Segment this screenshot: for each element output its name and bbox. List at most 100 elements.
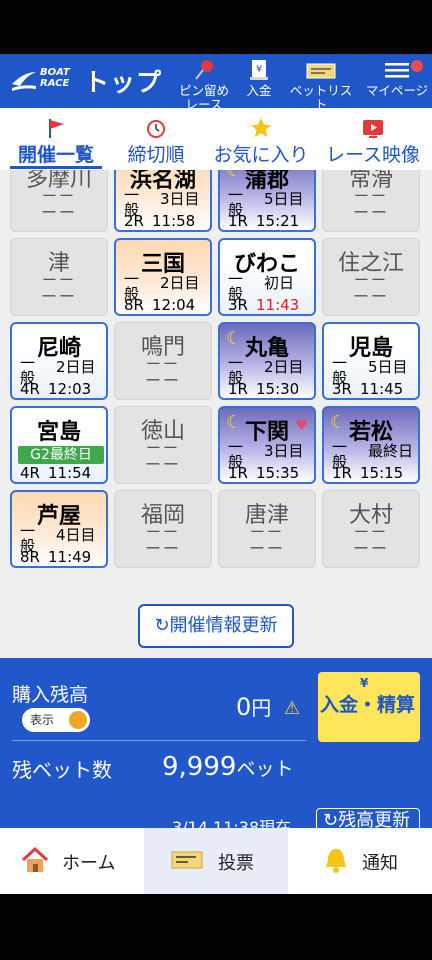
tab-schedule[interactable]: 開催一覧 xyxy=(10,116,102,167)
no-race-indicator: ーー xyxy=(352,287,389,306)
race-day: 3日目 xyxy=(264,442,304,460)
race-day: 2日目 xyxy=(264,358,304,376)
race-day: 5日目 xyxy=(368,358,408,376)
tab-race-video[interactable]: レース映像 xyxy=(320,116,426,167)
race-number: 3R xyxy=(228,296,248,314)
notification-dot xyxy=(411,60,423,72)
race-deadline: 15:21 xyxy=(256,212,300,230)
venue-card[interactable]: 児島 一般 5日目 3R 11:45 xyxy=(322,322,420,400)
ticket-icon xyxy=(171,851,203,869)
venue-card: 多摩川 ーー ーー xyxy=(10,170,108,232)
top-header: BOAT RACE トップ ピン留め レース ¥ 入金 ベットリスト マイページ xyxy=(0,54,432,112)
boatrace-logo xyxy=(12,72,36,91)
race-day: 2日目 xyxy=(160,274,200,292)
venue-card[interactable]: 芦屋 一般 4日目 8R 11:49 xyxy=(10,490,108,568)
svg-text:¥: ¥ xyxy=(256,64,262,75)
alarm-clock-icon xyxy=(147,120,165,138)
no-race-indicator: ーー xyxy=(40,203,77,222)
venue-card: 福岡 ーー ーー xyxy=(114,490,212,568)
venue-card[interactable]: 浜名湖 一般 3日目 2R 11:58 xyxy=(114,170,212,232)
grade-badge: G2最終日 xyxy=(18,446,104,464)
balance-value: 0円 xyxy=(236,693,272,721)
venue-tabs: 開催一覧 締切順 お気に入り レース映像 xyxy=(0,108,432,170)
venue-card[interactable]: ☾ 丸亀 一般 2日目 1R 15:30 xyxy=(218,322,316,400)
star-icon xyxy=(251,118,271,137)
refresh-icon: ↻ xyxy=(154,615,170,636)
race-number: 1R xyxy=(228,464,248,482)
race-deadline: 11:58 xyxy=(152,212,196,230)
bell-icon xyxy=(326,849,346,873)
race-deadline: 11:54 xyxy=(48,464,92,482)
race-deadline: 11:49 xyxy=(48,548,92,566)
ticket-icon xyxy=(306,63,336,79)
venue-card: 常滑 ーー ーー xyxy=(322,170,420,232)
refresh-schedule-button[interactable]: ↻開催情報更新 xyxy=(138,604,294,648)
deposit-nav-button[interactable]: ¥ 入金 xyxy=(240,58,278,98)
venue-card[interactable]: ☾ 蒲郡 一般 5日目 1R 15:21 xyxy=(218,170,316,232)
venue-card[interactable]: 三国 一般 2日目 8R 12:04 xyxy=(114,238,212,316)
race-number: 4R xyxy=(20,380,40,398)
race-number: 8R xyxy=(124,296,144,314)
house-icon xyxy=(21,846,49,872)
page-title: トップ xyxy=(84,68,163,97)
no-race-indicator: ーー xyxy=(144,539,181,558)
warning-icon: ⚠ xyxy=(284,698,301,719)
panel-divider xyxy=(12,740,306,741)
race-number: 1R xyxy=(332,464,352,482)
race-number: 1R xyxy=(228,212,248,230)
bottom-tabbar: ホーム 投票 通知 xyxy=(0,828,432,894)
yen-icon: ¥ xyxy=(360,676,369,690)
race-number: 2R xyxy=(124,212,144,230)
pin-icon xyxy=(195,60,213,80)
race-number: 1R xyxy=(228,380,248,398)
race-deadline: 15:35 xyxy=(256,464,300,482)
venue-card[interactable]: 宮島 G2最終日 4R 11:54 xyxy=(10,406,108,484)
no-race-indicator: ーー xyxy=(248,539,285,558)
venue-card: 鳴門 ーー ーー xyxy=(114,322,212,400)
flag-icon xyxy=(49,119,64,138)
venue-name: 宮島 xyxy=(36,420,81,445)
deposit-settle-button[interactable]: ¥ 入金・精算 xyxy=(318,672,420,742)
venue-card: 津ーー ーー xyxy=(10,238,108,316)
balance-label: 購入残高 xyxy=(12,684,89,706)
logo-text: BOAT RACE xyxy=(40,67,70,89)
remaining-bets-label: 残ベット数 xyxy=(12,758,112,782)
race-deadline: 11:45 xyxy=(360,380,404,398)
venue-card: 徳山 ーー ーー xyxy=(114,406,212,484)
deposit-icon: ¥ xyxy=(250,60,268,80)
no-race-indicator: ーー xyxy=(352,539,389,558)
venue-card[interactable]: ☾ 若松 一般 最終日 1R 15:15 xyxy=(322,406,420,484)
tab-favorites[interactable]: お気に入り xyxy=(208,116,314,167)
bottom-tab-vote[interactable]: 投票 xyxy=(144,828,288,894)
active-tab-indicator xyxy=(10,166,102,169)
venue-card[interactable]: ☾ ♥ 下関 一般 3日目 1R 15:35 xyxy=(218,406,316,484)
race-day: 初日 xyxy=(264,274,295,292)
toggle-knob xyxy=(69,711,87,729)
race-deadline: 15:30 xyxy=(256,380,300,398)
race-day: 2日目 xyxy=(56,358,96,376)
venue-card: 住之江 ーー ーー xyxy=(322,238,420,316)
race-number: 8R xyxy=(20,548,40,566)
bottom-tab-home[interactable]: ホーム xyxy=(0,828,144,894)
balance-visibility-toggle[interactable]: 表示 xyxy=(22,708,90,732)
pinned-races-button[interactable]: ピン留め レース xyxy=(174,58,234,112)
tab-deadline[interactable]: 締切順 xyxy=(120,116,192,167)
race-deadline: 11:43 xyxy=(256,296,300,314)
venue-card[interactable]: びわこ 一般 初日 3R 11:43 xyxy=(218,238,316,316)
race-number: 4R xyxy=(20,464,40,482)
no-race-indicator: ーー xyxy=(40,287,77,306)
race-day: 3日目 xyxy=(160,190,200,208)
app-screen: BOAT RACE トップ ピン留め レース ¥ 入金 ベットリスト マイページ… xyxy=(0,0,432,960)
race-deadline: 12:04 xyxy=(152,296,196,314)
betlist-nav-button[interactable]: ベットリスト xyxy=(284,58,358,112)
venue-card[interactable]: 尼崎 一般 2日目 4R 12:03 xyxy=(10,322,108,400)
venue-card: 大村 ーー ーー xyxy=(322,490,420,568)
no-race-indicator: ーー xyxy=(144,371,181,390)
race-day: 4日目 xyxy=(56,526,96,544)
race-day: 5日目 xyxy=(264,190,304,208)
race-deadline: 15:15 xyxy=(360,464,404,482)
venue-card: 唐津 ーー ーー xyxy=(218,490,316,568)
bottom-tab-notifications[interactable]: 通知 xyxy=(288,828,432,894)
venue-grid: 多摩川 ーー ーー 浜名湖 一般 3日目 2R 11:58 ☾ 蒲郡 一般 5日目 1R 15:21 常滑ー… xyxy=(0,170,432,658)
race-day: 最終日 xyxy=(368,442,414,460)
